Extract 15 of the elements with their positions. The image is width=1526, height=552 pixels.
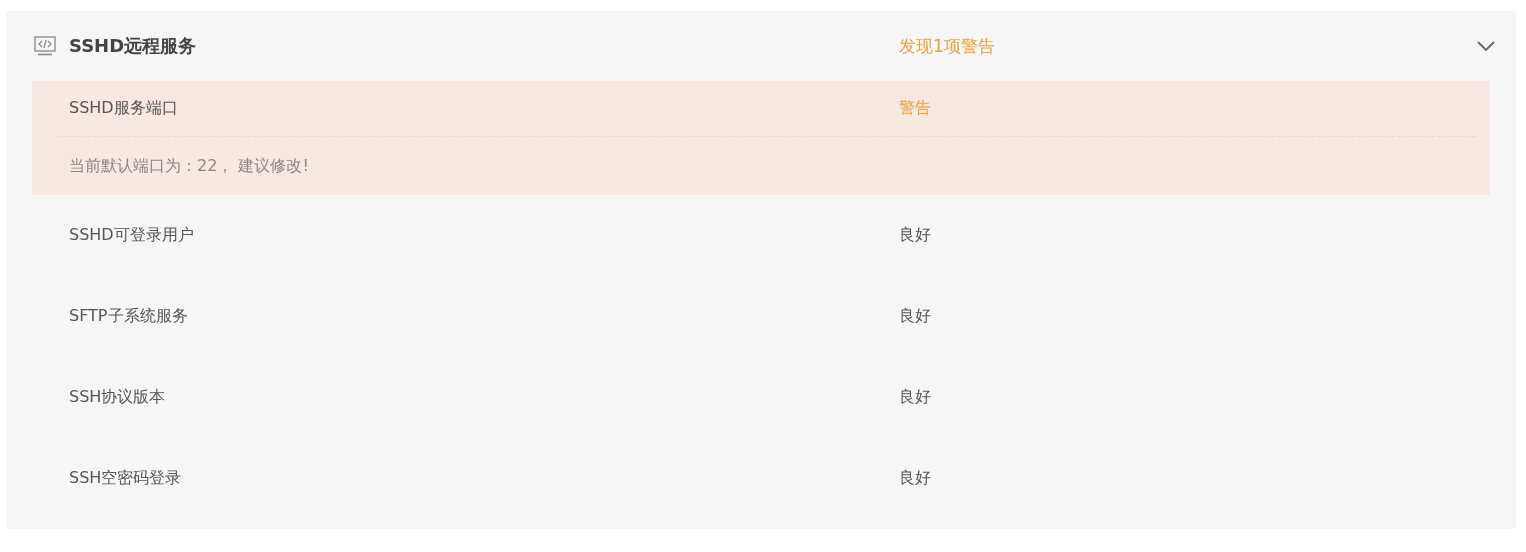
check-status: 良好: [899, 387, 931, 408]
check-name: SFTP子系统服务: [69, 306, 188, 327]
check-name: SSHD可登录用户: [69, 225, 194, 246]
code-monitor-icon: [33, 36, 56, 56]
section-title: SSHD远程服务: [69, 34, 197, 58]
check-name: SSH协议版本: [69, 387, 166, 408]
warning-summary: 发现1项警告: [899, 34, 995, 58]
chevron-icon[interactable]: [1476, 40, 1496, 52]
check-name: SSH空密码登录: [69, 468, 182, 489]
check-status: 警告: [899, 98, 931, 119]
check-status: 良好: [899, 225, 931, 246]
check-status: 良好: [899, 468, 931, 489]
check-detail: 当前默认端口为：22， 建议修改!: [69, 155, 309, 177]
check-name: SSHD服务端口: [69, 98, 178, 119]
check-status: 良好: [899, 306, 931, 327]
